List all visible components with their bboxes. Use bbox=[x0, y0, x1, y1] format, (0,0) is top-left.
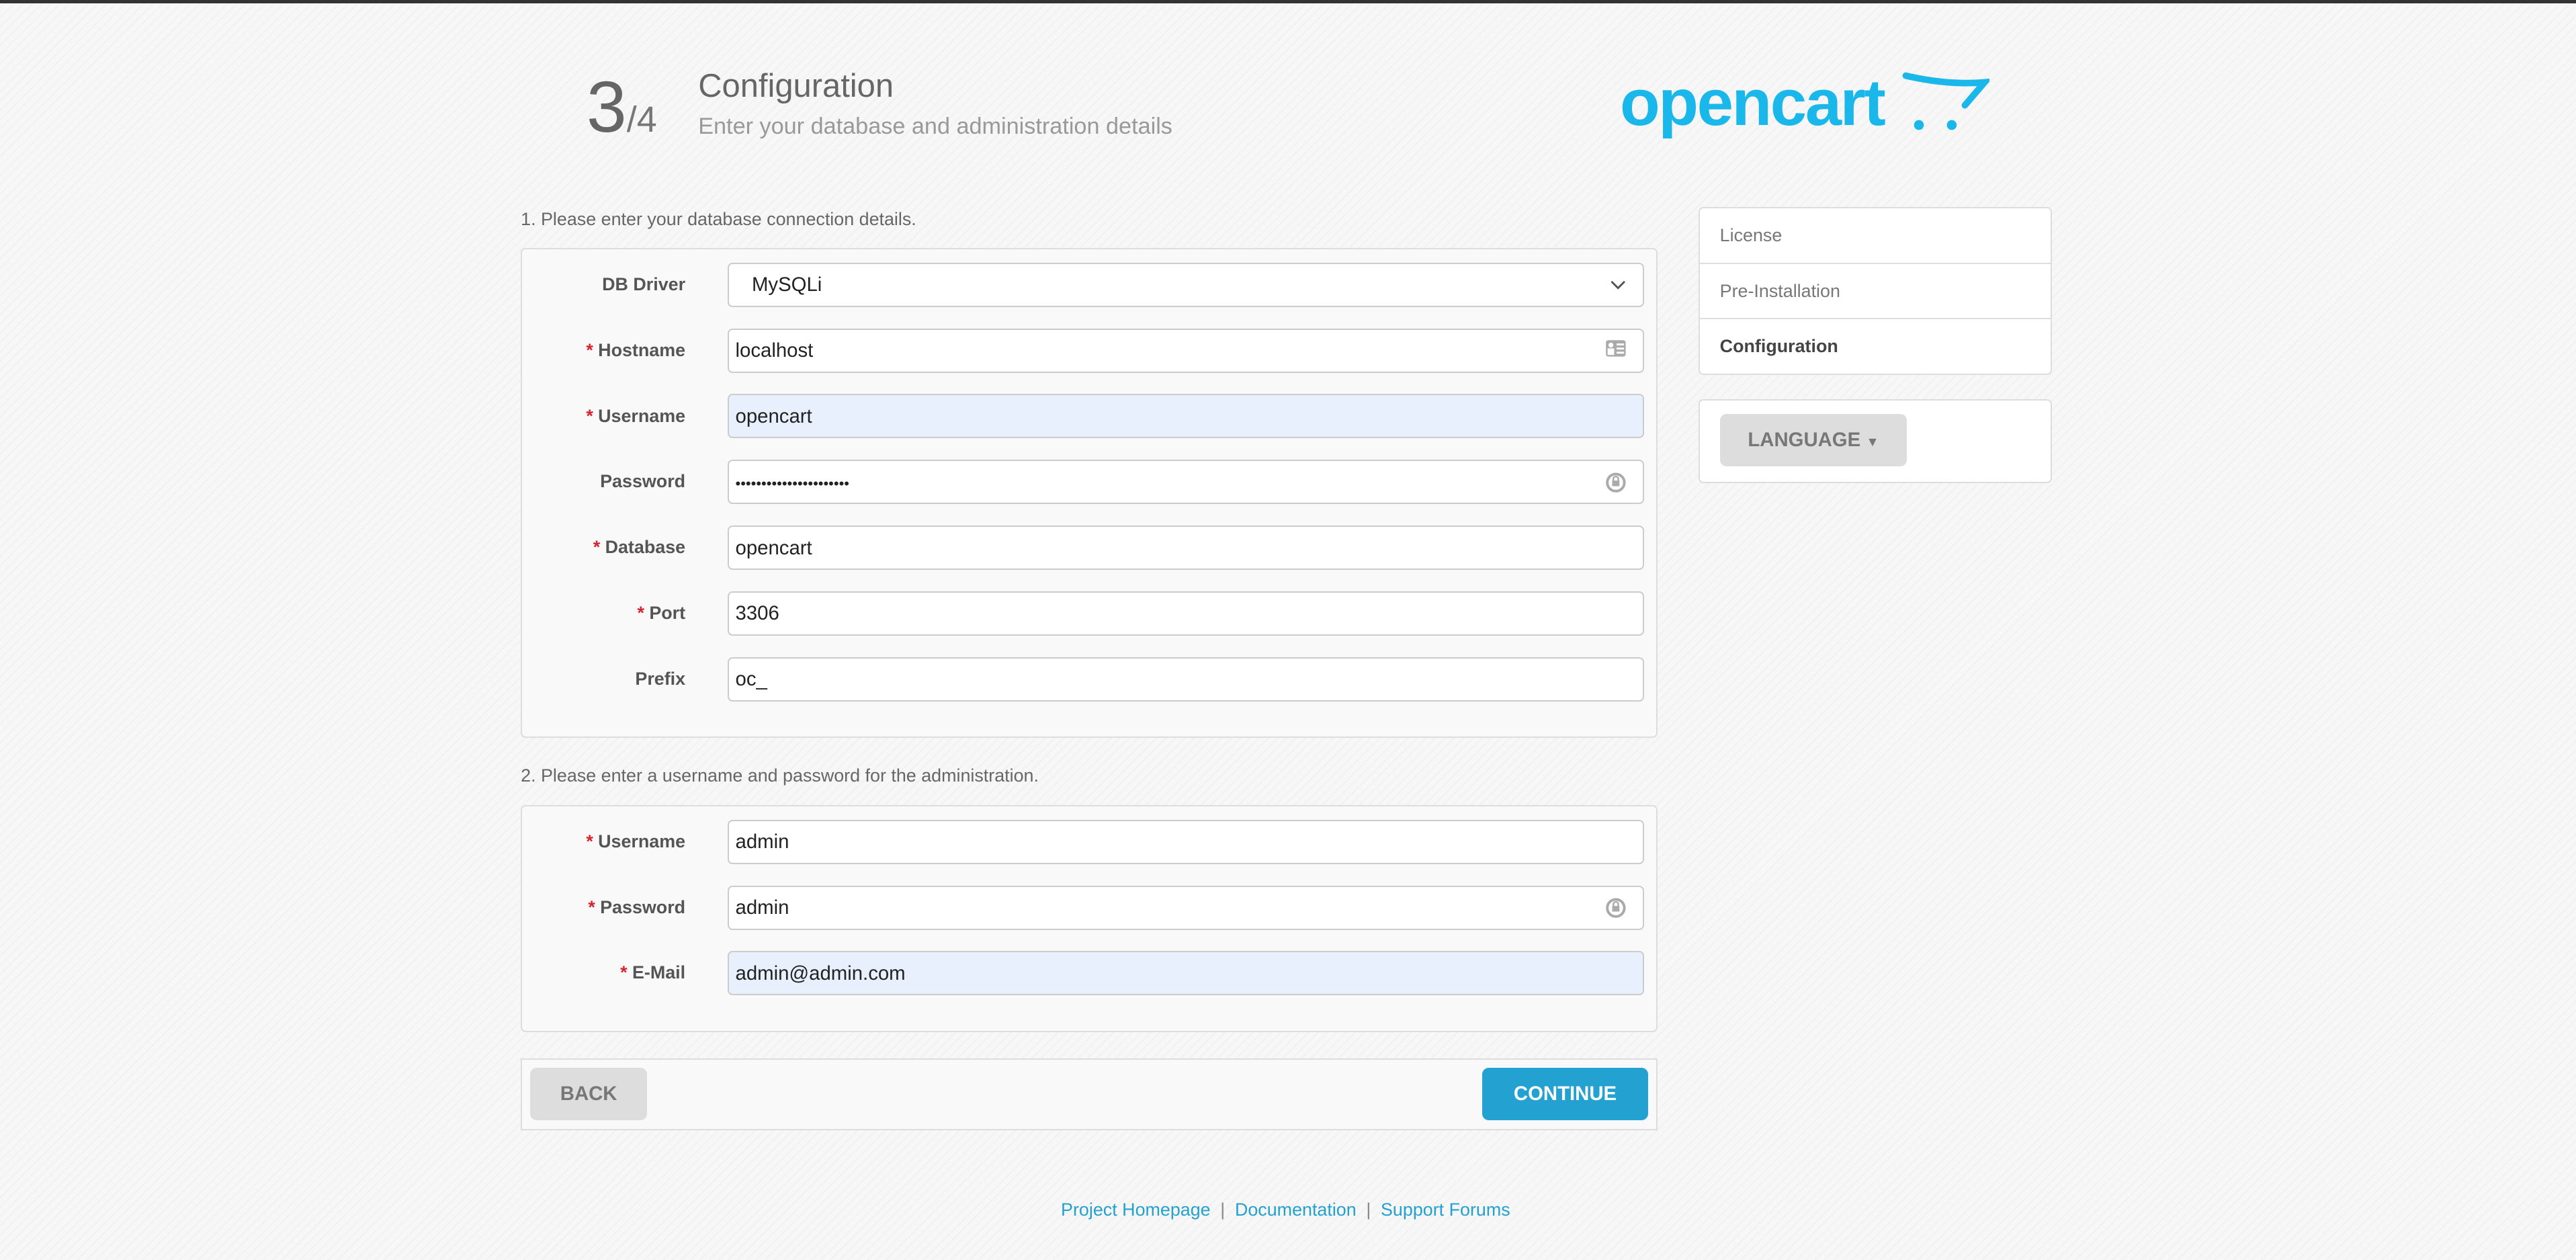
step-configuration: Configuration bbox=[1719, 336, 1838, 357]
step-pre-installation: Pre-Installation bbox=[1700, 264, 2051, 320]
password-lock-icon[interactable] bbox=[1605, 896, 1627, 925]
db-panel: DB Driver MySQLi * Hostname localhost * Us… bbox=[521, 248, 1658, 738]
form-row-prefix: Prefix oc_ bbox=[522, 657, 1656, 703]
contact-card-icon bbox=[1605, 339, 1627, 363]
form-row-port: * Port 3306 bbox=[522, 591, 1656, 637]
hostname-input[interactable]: localhost bbox=[727, 328, 1645, 373]
field-label: Prefix bbox=[635, 668, 686, 689]
field-label: * Username bbox=[586, 831, 686, 851]
back-button[interactable]: BACK bbox=[530, 1067, 647, 1121]
field-label: * Hostname bbox=[586, 339, 686, 360]
password-lock-icon[interactable] bbox=[1605, 471, 1627, 499]
admin-email-input[interactable]: admin@admin.com bbox=[727, 951, 1645, 996]
form-row-db-driver: DB Driver MySQLi bbox=[522, 262, 1656, 308]
admin-password-input[interactable]: admin bbox=[727, 885, 1645, 930]
chevron-down-icon bbox=[1610, 274, 1626, 296]
svg-text:opencart: opencart bbox=[1620, 66, 1885, 139]
port-input[interactable]: 3306 bbox=[727, 591, 1645, 636]
field-label: * Port bbox=[637, 602, 686, 623]
form-row-username: * Username opencart bbox=[522, 394, 1656, 439]
opencart-logo: opencart bbox=[1620, 65, 1993, 146]
support-forums-link[interactable]: Support Forums bbox=[1381, 1200, 1510, 1220]
db-password-input[interactable]: •••••••••••••••••••••• bbox=[727, 460, 1645, 505]
step-total: /4 bbox=[626, 99, 657, 140]
db-driver-select[interactable]: MySQLi bbox=[727, 262, 1645, 307]
admin-panel: * Username admin * Password admin * E-Mail … bbox=[521, 805, 1658, 1032]
continue-button[interactable]: CONTINUE bbox=[1482, 1067, 1648, 1121]
step-license: License bbox=[1700, 208, 2051, 264]
page: 3/4 Configuration Enter your database an… bbox=[0, 0, 2576, 1260]
field-label: * E-Mail bbox=[620, 962, 686, 983]
admin-username-input[interactable]: admin bbox=[727, 819, 1645, 864]
top-border bbox=[0, 0, 2576, 3]
form-row-password: Password •••••••••••••••••••••• bbox=[522, 460, 1656, 505]
database-input[interactable]: opencart bbox=[727, 526, 1645, 571]
form-row-hostname: * Hostname localhost bbox=[522, 328, 1656, 374]
separator: | bbox=[1366, 1199, 1371, 1220]
form-row-admin-password: * Password admin bbox=[522, 885, 1656, 931]
form-row-database: * Database opencart bbox=[522, 526, 1656, 571]
project-homepage-link[interactable]: Project Homepage bbox=[1061, 1200, 1211, 1220]
field-label: DB Driver bbox=[602, 274, 686, 294]
language-panel: LANGUAGE ▼ bbox=[1699, 399, 2053, 483]
form-row-admin-username: * Username admin bbox=[522, 819, 1656, 866]
field-label: Password bbox=[600, 471, 686, 492]
page-title: Configuration bbox=[698, 68, 894, 105]
db-username-input[interactable]: opencart bbox=[727, 394, 1645, 439]
admin-section-heading: 2. Please enter a username and password … bbox=[521, 765, 1039, 786]
field-label: * Password bbox=[588, 896, 686, 917]
documentation-link[interactable]: Documentation bbox=[1235, 1200, 1357, 1220]
field-label: * Username bbox=[586, 405, 686, 426]
install-steps-list: License Pre-Installation Configuration bbox=[1699, 207, 2053, 376]
prefix-input[interactable]: oc_ bbox=[727, 657, 1645, 702]
button-bar: BACK CONTINUE bbox=[521, 1058, 1658, 1131]
field-label: * Database bbox=[593, 537, 686, 558]
db-section-heading: 1. Please enter your database connection… bbox=[521, 208, 916, 229]
separator: | bbox=[1220, 1199, 1226, 1220]
caret-down-icon: ▼ bbox=[1866, 434, 1879, 450]
step-indicator: 3/4 bbox=[587, 66, 657, 161]
form-row-admin-email: * E-Mail admin@admin.com bbox=[522, 951, 1656, 997]
step-current: 3 bbox=[586, 66, 627, 147]
footer: Project Homepage | Documentation | Support F… bbox=[0, 1200, 2571, 1220]
language-dropdown-button[interactable]: LANGUAGE ▼ bbox=[1719, 413, 1907, 466]
page-subtitle: Enter your database and administration d… bbox=[698, 113, 1172, 139]
